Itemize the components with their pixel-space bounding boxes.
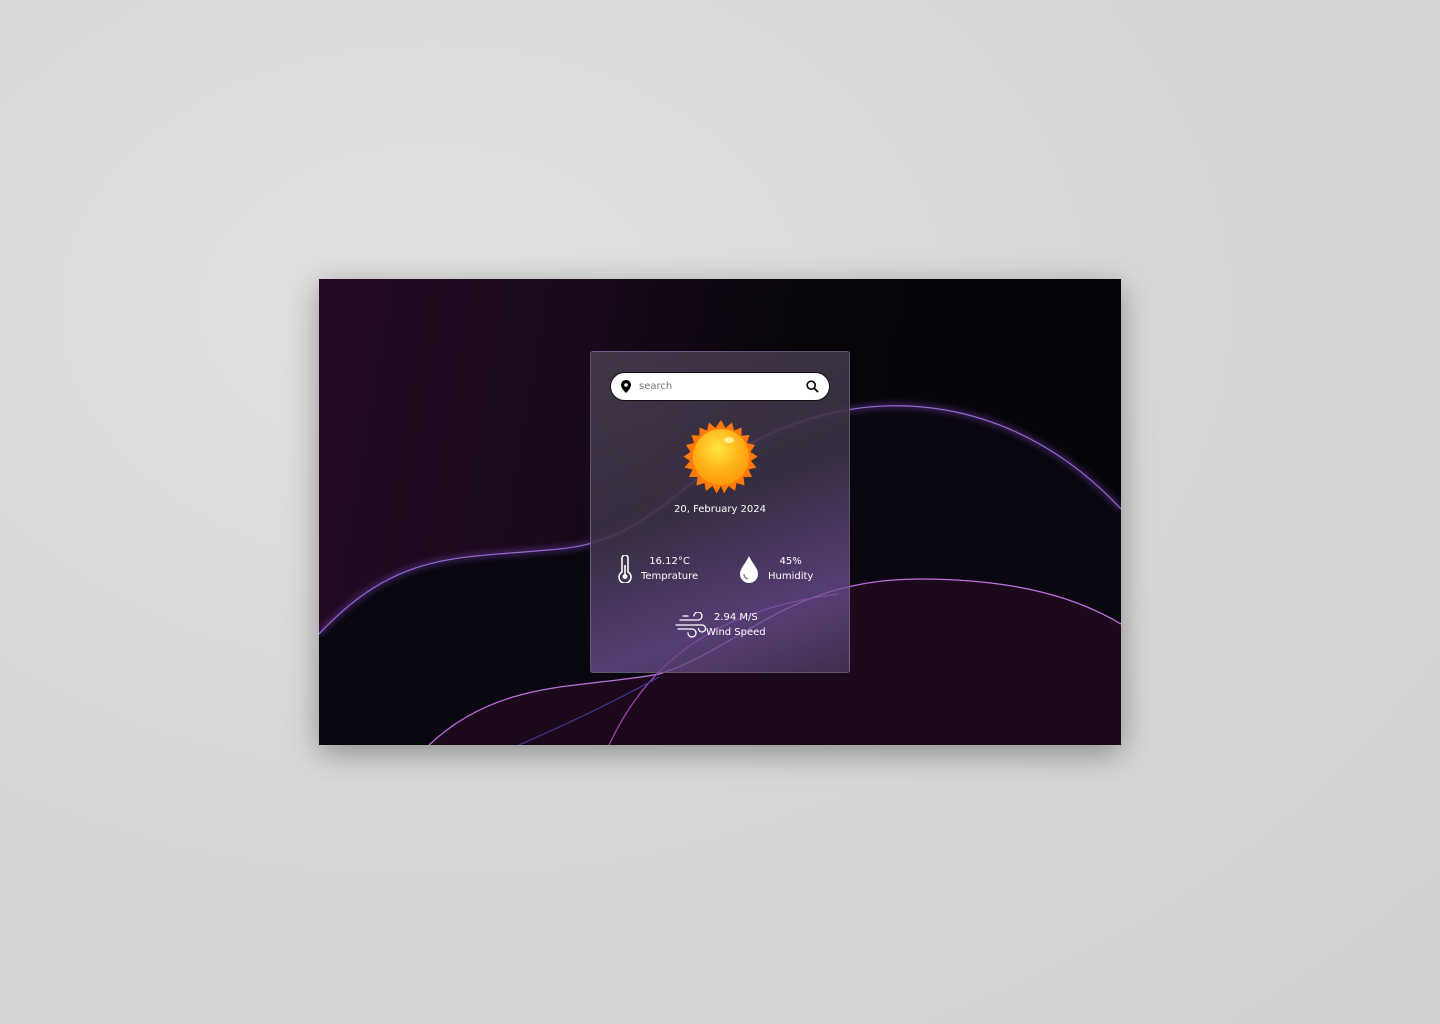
app-screen: 20, February 2024 16.12°C Temprature 45%… [319, 279, 1121, 745]
sunny-weather-icon [683, 420, 758, 494]
search-icon[interactable] [806, 380, 819, 393]
water-drop-icon [740, 556, 758, 583]
humidity-value: 45% [779, 556, 802, 567]
wind-label: Wind Speed [706, 627, 766, 638]
wind-value: 2.94 M/S [713, 612, 758, 623]
temperature-label: Temprature [641, 571, 699, 582]
wind-icon [675, 612, 706, 638]
search-bar[interactable] [610, 372, 830, 401]
temperature-stat: 16.12°C Temprature [617, 554, 698, 584]
humidity-stat: 45% Humidity [739, 554, 813, 584]
temperature-value: 16.12°C [649, 556, 690, 567]
thermometer-icon [618, 555, 632, 583]
wind-stat: 2.94 M/S Wind Speed [674, 610, 766, 640]
humidity-label: Humidity [768, 571, 814, 582]
date-label: 20, February 2024 [673, 504, 767, 515]
search-input[interactable] [639, 381, 806, 392]
location-pin-icon [621, 380, 631, 393]
weather-card: 20, February 2024 16.12°C Temprature 45%… [590, 351, 850, 673]
